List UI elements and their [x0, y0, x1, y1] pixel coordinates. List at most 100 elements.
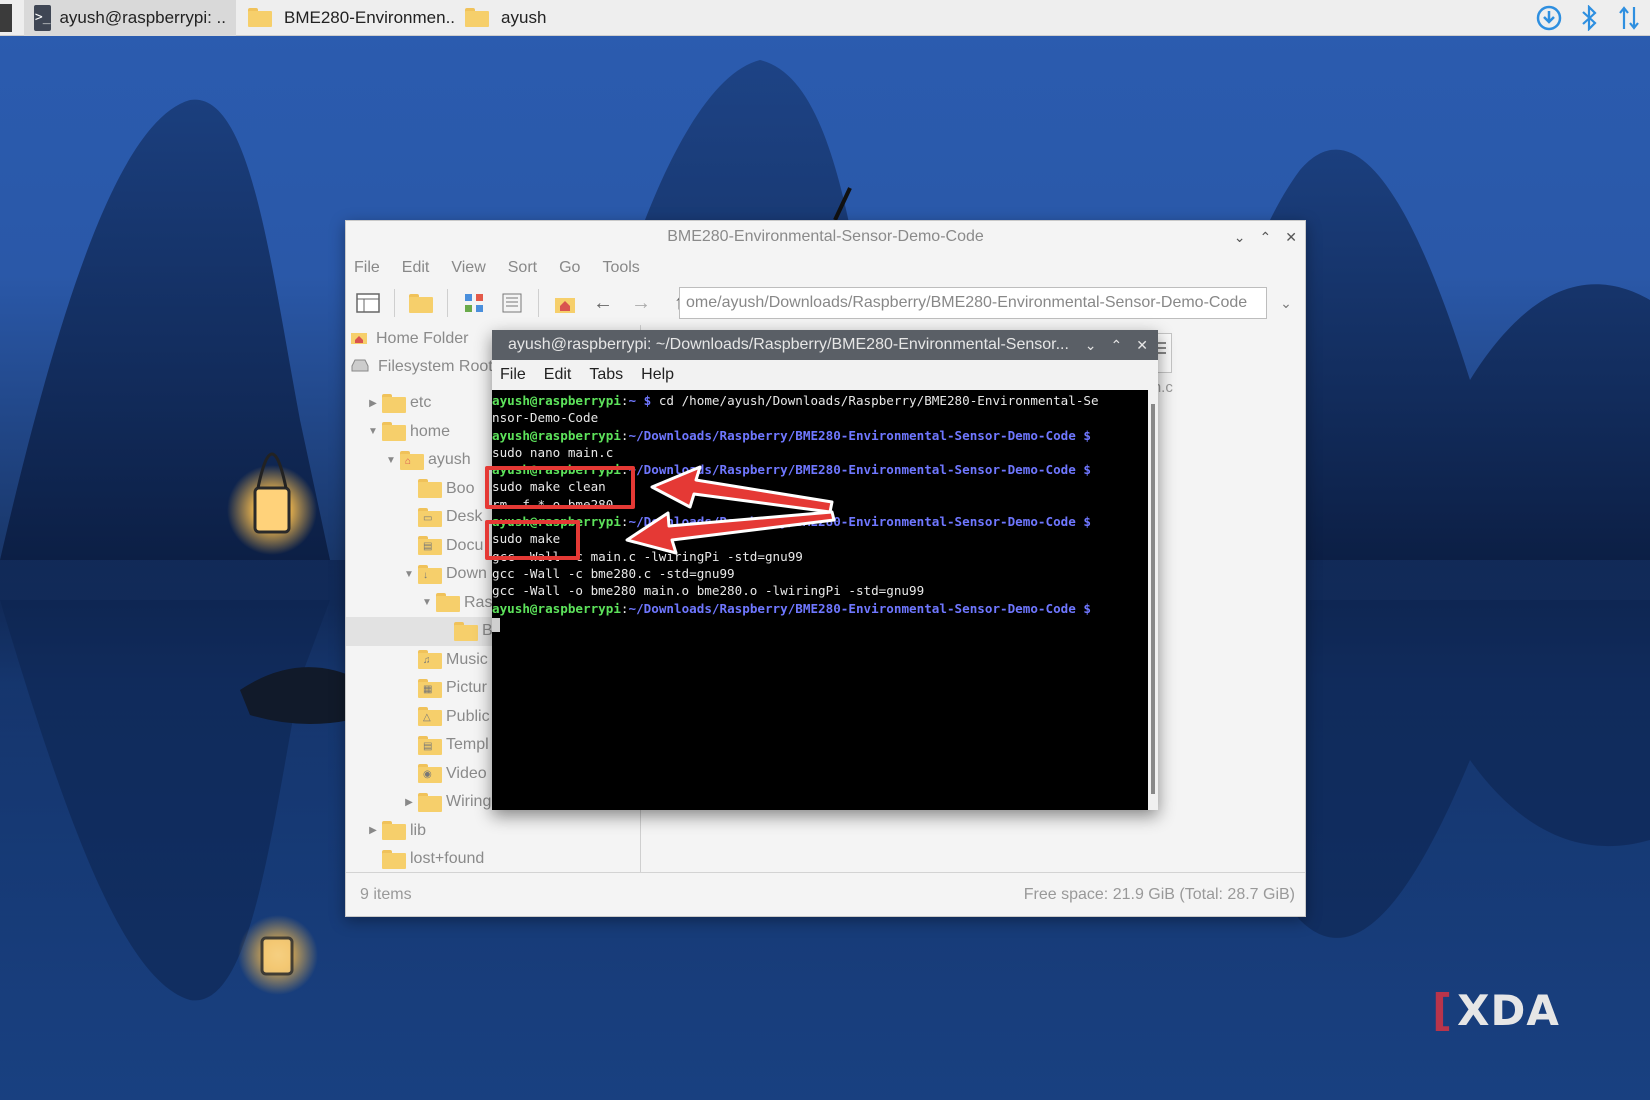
menu-tabs[interactable]: Tabs — [589, 366, 623, 384]
network-transfer-icon[interactable] — [1614, 3, 1644, 33]
tree-item-label: home — [410, 422, 451, 440]
folder-icon — [418, 792, 442, 812]
close-icon[interactable]: ✕ — [1136, 337, 1148, 354]
terminal-segment: ayush@raspberrypi — [492, 600, 621, 616]
back-icon[interactable]: ← — [587, 288, 619, 318]
folder-icon — [454, 621, 478, 641]
folder-icon: ♫ — [418, 650, 442, 670]
tree-item-label: lost+found — [410, 850, 485, 868]
tree-item-label: Docu — [446, 536, 484, 554]
minimize-icon[interactable]: ⌄ — [1234, 229, 1246, 246]
terminal-window: ayush@raspberrypi: ~/Downloads/Raspberry… — [492, 330, 1158, 810]
sidebar-toggle-icon[interactable] — [352, 288, 384, 318]
menu-file[interactable]: File — [500, 366, 526, 384]
toolbar: ← → ↑ ome/ayush/Downloads/Raspberry/BME2… — [346, 283, 1305, 323]
terminal-segment: ~ $ — [628, 393, 652, 408]
list-view-icon[interactable] — [496, 288, 528, 318]
terminal-line: gcc -Wall -o bme280 main.o bme280.o -lwi… — [492, 582, 1148, 599]
home-folder-icon: ⌂ — [400, 450, 424, 470]
menu-view[interactable]: View — [451, 259, 485, 277]
terminal-segment: ayush@raspberrypi — [492, 393, 621, 408]
folder-icon — [418, 479, 442, 499]
menu-edit[interactable]: Edit — [544, 366, 572, 384]
menu-tools[interactable]: Tools — [602, 259, 639, 277]
taskbar-item-label: BME280-Environmen.. — [284, 7, 456, 27]
expander-right-icon[interactable]: ▶ — [366, 825, 380, 836]
menu-file[interactable]: File — [354, 259, 380, 277]
tree-item-label: Public — [446, 707, 490, 725]
highlight-box-make-clean — [485, 466, 635, 509]
tree-item-label: etc — [410, 394, 432, 412]
tree-item-label: lib — [410, 821, 427, 839]
taskbar-item-filemanager[interactable]: BME280-Environmen.. — [236, 0, 465, 36]
terminal-output[interactable]: ayush@raspberrypi:~ $ cd /home/ayush/Dow… — [492, 390, 1148, 810]
folder-icon: ▭ — [418, 507, 442, 527]
expander-down-icon[interactable]: ▼ — [366, 426, 380, 437]
sidebar-item-label: Home Folder — [376, 330, 469, 347]
forward-icon[interactable]: → — [625, 288, 657, 318]
expander-down-icon[interactable]: ▼ — [384, 455, 398, 466]
terminal-line: ayush@raspberrypi:~/Downloads/Raspberry/… — [492, 600, 1148, 617]
menu-button[interactable] — [0, 3, 12, 32]
folder-icon: ↓ — [418, 564, 442, 584]
terminal-title: ayush@raspberrypi: ~/Downloads/Raspberry… — [508, 336, 1069, 353]
menu-edit[interactable]: Edit — [402, 259, 430, 277]
terminal-segment: : — [620, 427, 629, 443]
terminal-segment: : — [620, 393, 629, 408]
chevron-down-icon[interactable]: ⌄ — [1272, 289, 1300, 317]
menu-go[interactable]: Go — [559, 259, 580, 277]
maximize-icon[interactable]: ⌃ — [1260, 229, 1272, 246]
sidebar-item-label: Filesystem Root — [378, 358, 493, 375]
icon-view-icon[interactable] — [458, 288, 490, 318]
folder-icon: ▦ — [418, 678, 442, 698]
tree-item-label: Video — [446, 764, 487, 782]
maximize-icon[interactable]: ⌃ — [1111, 337, 1123, 354]
taskbar-item-terminal[interactable]: >_ ayush@raspberrypi: .. — [24, 0, 236, 36]
expander-right-icon[interactable]: ▶ — [402, 797, 416, 808]
menubar: File Edit View Sort Go Tools — [346, 253, 1305, 283]
menu-help[interactable]: Help — [641, 366, 674, 384]
tree-item-label: Templ — [446, 736, 489, 754]
new-folder-icon[interactable] — [405, 288, 437, 318]
menu-sort[interactable]: Sort — [508, 259, 537, 277]
path-input[interactable]: ome/ayush/Downloads/Raspberry/BME280-Env… — [679, 287, 1267, 319]
bluetooth-icon[interactable] — [1574, 3, 1604, 33]
terminal-segment: ~/Downloads/Raspberry/BME280-Environment… — [628, 514, 1092, 530]
taskbar-item-ayush[interactable]: ayush — [453, 0, 556, 36]
terminal-segment: nsor-Demo-Code — [492, 410, 599, 426]
terminal-segment: gcc -Wall -o bme280 main.o bme280.o -lwi… — [492, 583, 925, 599]
tree-item[interactable]: ▶ lib — [346, 817, 640, 846]
highlight-box-make — [485, 520, 580, 560]
expander-right-icon[interactable]: ▶ — [366, 398, 380, 409]
terminal-titlebar[interactable]: ayush@raspberrypi: ~/Downloads/Raspberry… — [492, 330, 1158, 360]
expander-down-icon[interactable]: ▼ — [420, 597, 434, 608]
terminal-icon: >_ — [34, 4, 52, 31]
folder-icon: ▤ — [418, 536, 442, 556]
close-icon[interactable]: ✕ — [1285, 229, 1297, 246]
terminal-segment: ~/Downloads/Raspberry/BME280-Environment… — [628, 427, 1092, 443]
home-icon[interactable] — [549, 288, 581, 318]
download-icon[interactable] — [1534, 3, 1564, 33]
terminal-segment: ayush@raspberrypi — [492, 427, 621, 443]
tree-item[interactable]: lost+found — [346, 845, 640, 873]
window-titlebar[interactable]: BME280-Environmental-Sensor-Demo-Code ⌄ … — [346, 221, 1305, 253]
text-cursor — [492, 617, 500, 632]
terminal-segment: : — [620, 600, 629, 616]
terminal-line: ayush@raspberrypi:~/Downloads/Raspberry/… — [492, 427, 1148, 444]
item-count: 9 items — [360, 885, 412, 903]
statusbar: 9 items Free space: 21.9 GiB (Total: 28.… — [346, 872, 1305, 916]
scrollbar[interactable] — [1148, 390, 1158, 810]
folder-icon: ▤ — [418, 735, 442, 755]
minimize-icon[interactable]: ⌄ — [1085, 337, 1097, 354]
terminal-segment: sudo nano main.c — [492, 444, 614, 460]
expander-down-icon[interactable]: ▼ — [402, 569, 416, 580]
terminal-line: ayush@raspberrypi:~/Downloads/Raspberry/… — [492, 513, 1148, 530]
terminal-menubar: File Edit Tabs Help — [492, 360, 1158, 390]
folder-icon: △ — [418, 707, 442, 727]
terminal-segment: gcc -Wall -c bme280.c -std=gnu99 — [492, 565, 735, 581]
terminal-line: ayush@raspberrypi:~ $ cd /home/ayush/Dow… — [492, 392, 1148, 409]
terminal-segment: : — [620, 514, 629, 530]
system-tray — [1534, 0, 1650, 36]
folder-icon — [382, 422, 406, 442]
taskbar-item-label: ayush@raspberrypi: .. — [59, 7, 226, 27]
